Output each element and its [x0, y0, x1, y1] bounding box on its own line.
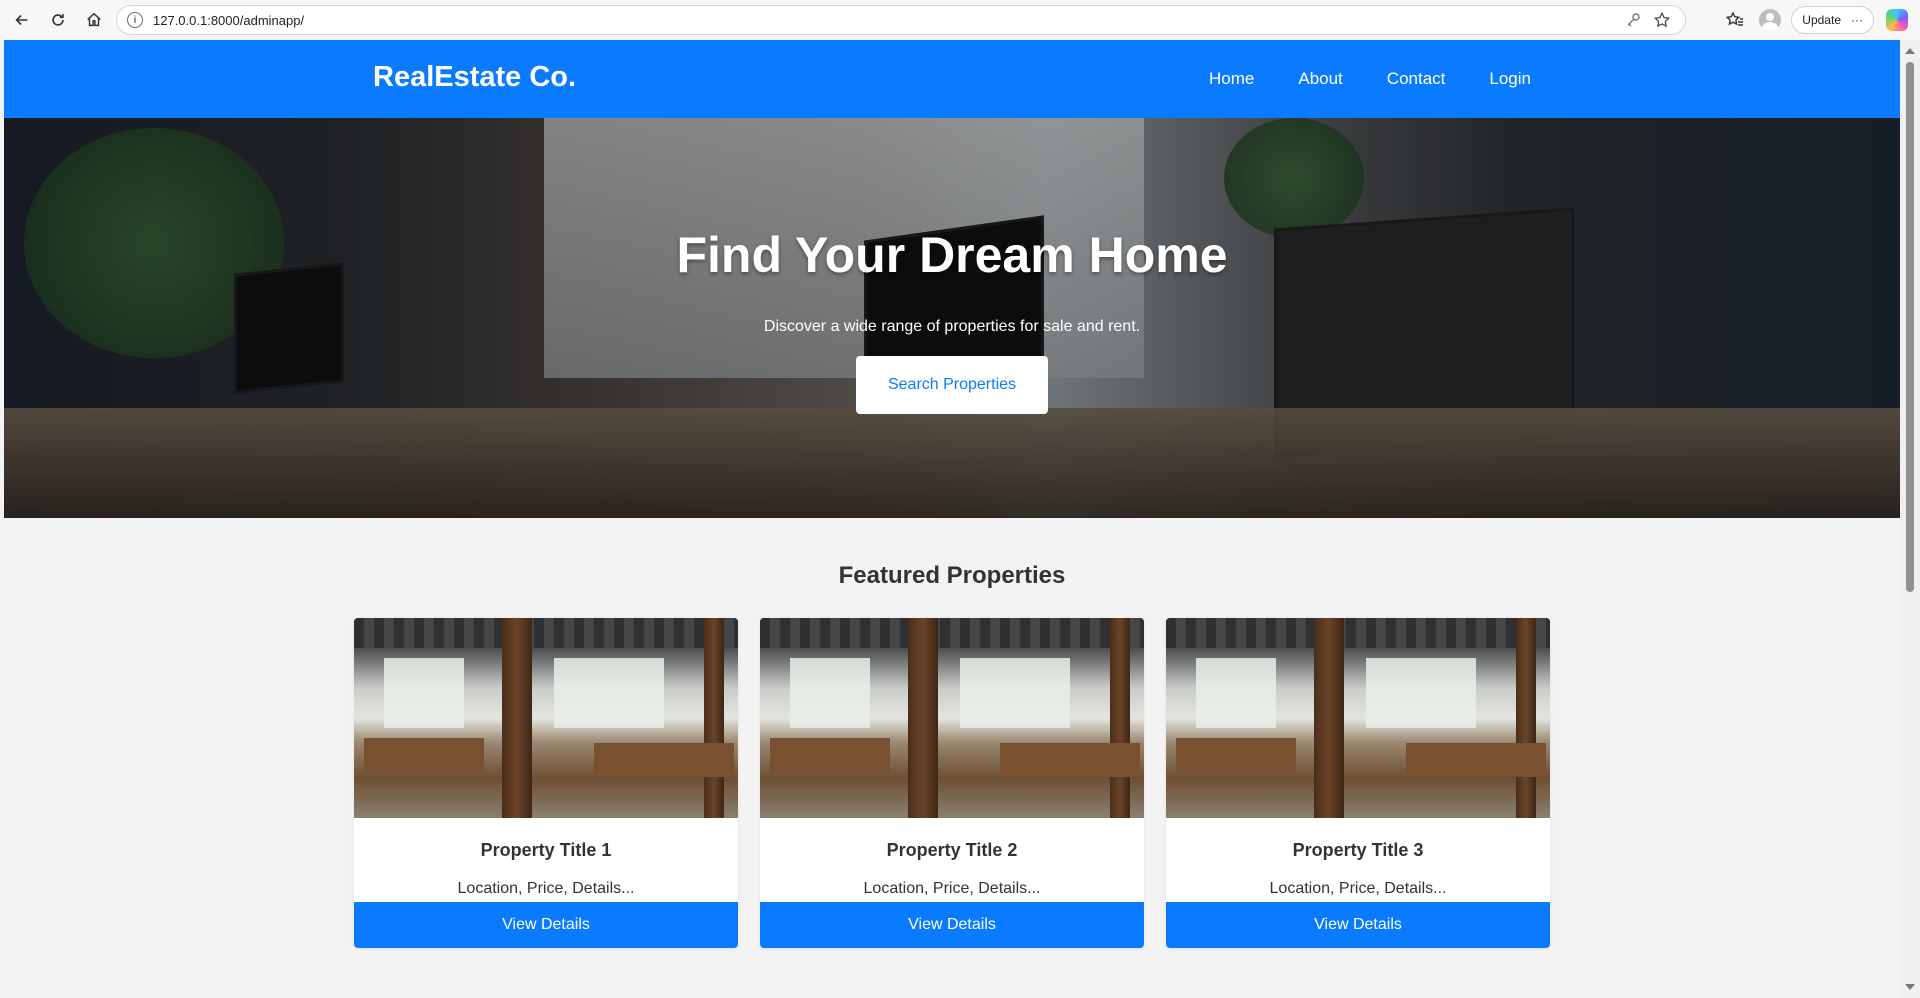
favorite-star-icon[interactable]: [1653, 11, 1671, 29]
property-cards: Property Title 1 Location, Price, Detail…: [354, 618, 1550, 948]
nav-login[interactable]: Login: [1489, 69, 1531, 89]
property-card: Property Title 1 Location, Price, Detail…: [354, 618, 738, 948]
property-description: Location, Price, Details...: [863, 880, 1041, 897]
page-scrollbar[interactable]: [1900, 40, 1920, 998]
url-text[interactable]: 127.0.0.1:8000/adminapp/: [153, 13, 304, 28]
scrollbar-thumb[interactable]: [1906, 62, 1914, 592]
search-properties-button[interactable]: Search Properties: [856, 356, 1048, 414]
update-button[interactable]: Update ···: [1791, 6, 1874, 34]
site-brand[interactable]: RealEstate Co.: [373, 61, 576, 94]
address-bar[interactable]: i 127.0.0.1:8000/adminapp/: [116, 5, 1686, 35]
site-nav: Home About Contact Login: [1209, 69, 1575, 89]
back-icon[interactable]: [8, 6, 36, 34]
password-key-icon[interactable]: [1625, 12, 1641, 28]
property-description: Location, Price, Details...: [457, 880, 635, 897]
featured-heading: Featured Properties: [838, 562, 1066, 589]
hero-title: Find Your Dream Home: [676, 227, 1228, 283]
nav-home[interactable]: Home: [1209, 69, 1254, 89]
property-description: Location, Price, Details...: [1269, 880, 1447, 897]
property-title: Property Title 2: [886, 840, 1018, 860]
more-menu-icon[interactable]: ···: [1851, 13, 1863, 27]
site-info-icon[interactable]: i: [127, 12, 143, 28]
property-title: Property Title 1: [480, 840, 612, 860]
copilot-icon[interactable]: [1886, 9, 1908, 31]
refresh-icon[interactable]: [44, 6, 72, 34]
hero-subtitle: Discover a wide range of properties for …: [763, 318, 1141, 335]
view-details-button[interactable]: View Details: [1166, 902, 1550, 948]
property-card: Property Title 3 Location, Price, Detail…: [1166, 618, 1550, 948]
scroll-down-icon[interactable]: [1905, 984, 1915, 990]
site-header: RealEstate Co. Home About Contact Login: [4, 40, 1900, 118]
home-icon[interactable]: [80, 6, 108, 34]
property-title: Property Title 3: [1292, 840, 1424, 860]
update-label: Update: [1802, 13, 1841, 27]
property-card: Property Title 2 Location, Price, Detail…: [760, 618, 1144, 948]
view-details-button[interactable]: View Details: [354, 902, 738, 948]
nav-contact[interactable]: Contact: [1387, 69, 1446, 89]
scroll-up-icon[interactable]: [1905, 48, 1915, 54]
browser-toolbar: i 127.0.0.1:8000/adminapp/ Update ···: [0, 0, 1920, 40]
page-viewport: RealEstate Co. Home About Contact Login …: [4, 40, 1900, 998]
view-details-button[interactable]: View Details: [760, 902, 1144, 948]
profile-avatar[interactable]: [1759, 9, 1782, 31]
nav-about[interactable]: About: [1298, 69, 1342, 89]
property-image: [1166, 618, 1550, 818]
hero-section: Find Your Dream Home Discover a wide ran…: [4, 118, 1900, 518]
property-image: [760, 618, 1144, 818]
property-image: [354, 618, 738, 818]
favorites-icon[interactable]: [1725, 10, 1745, 30]
